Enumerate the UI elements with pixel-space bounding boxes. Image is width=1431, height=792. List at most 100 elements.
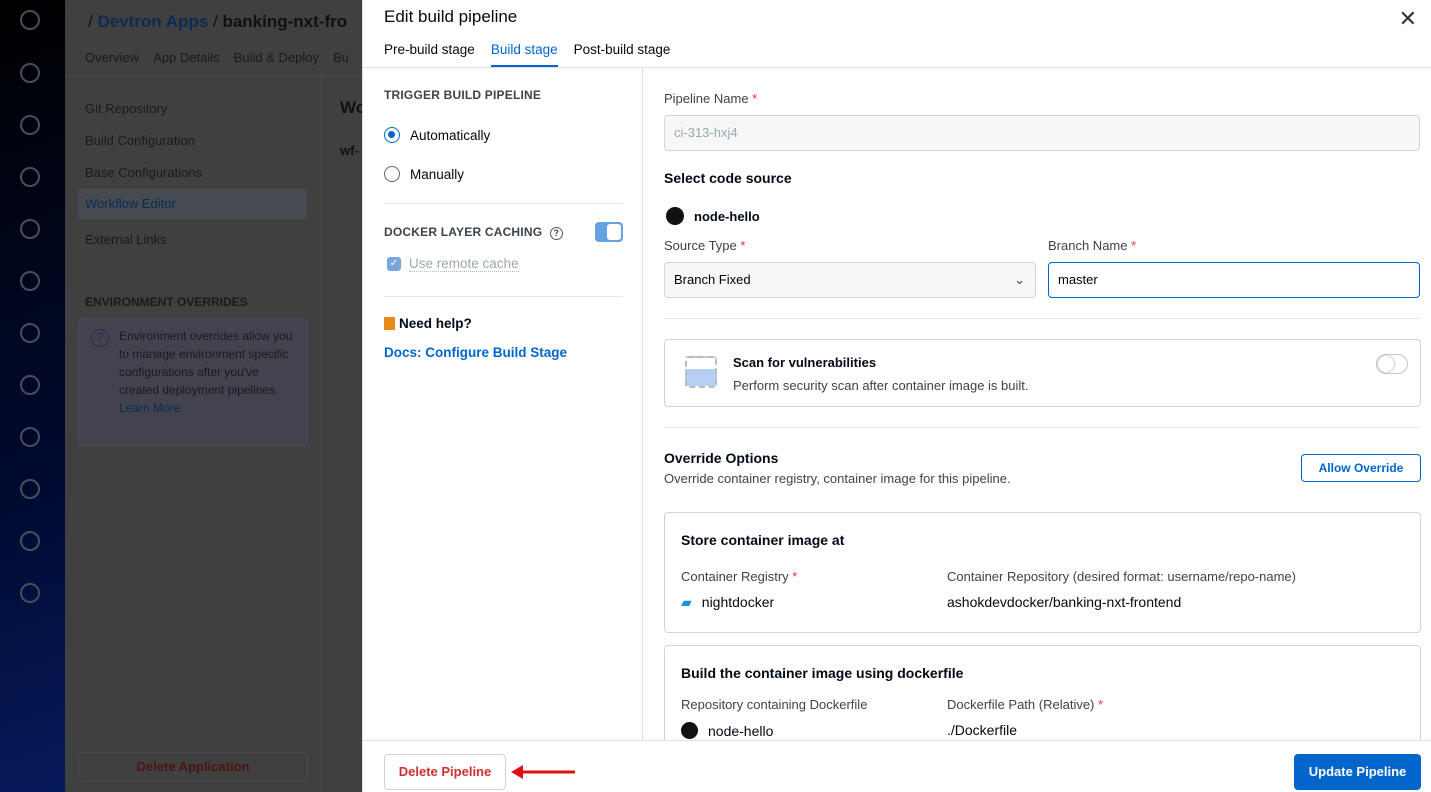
required-mark: * [1098, 697, 1104, 712]
required-mark: * [1131, 238, 1137, 253]
docker-caching-toggle[interactable] [595, 222, 623, 242]
update-pipeline-button[interactable]: Update Pipeline [1294, 754, 1421, 790]
github-icon [681, 722, 698, 739]
sparkle-icon[interactable] [20, 531, 40, 551]
right-panel: Pipeline Name * ci-313-hxj4 Select code … [664, 68, 1421, 740]
close-icon[interactable]: ✕ [1399, 6, 1417, 32]
app-tabs: Overview App Details Build & Deploy Bu [85, 50, 349, 65]
globe-icon[interactable] [20, 115, 40, 135]
jobs-icon[interactable] [20, 219, 40, 239]
package-icon[interactable] [20, 271, 40, 291]
radio-unchecked-icon [384, 166, 400, 182]
label-text: Branch Name [1048, 238, 1128, 253]
pipeline-name-input[interactable]: ci-313-hxj4 [664, 115, 1420, 151]
source-type-select[interactable]: Branch Fixed ⌄ [664, 262, 1036, 298]
dockerfile-repo-label: Repository containing Dockerfile [681, 697, 868, 712]
tab-build-deploy[interactable]: Build & Deploy [234, 50, 319, 65]
book-icon [384, 317, 395, 330]
pipeline-name-label: Pipeline Name * [664, 91, 757, 106]
docker-caching-label: DOCKER LAYER CACHING [384, 225, 543, 239]
sidenav-build-configuration[interactable]: Build Configuration [85, 132, 307, 164]
docker-caching-heading: DOCKER LAYER CACHING ? [384, 225, 563, 240]
dockerfile-path-value: ./Dockerfile [947, 722, 1018, 738]
gear-icon[interactable] [20, 583, 40, 603]
tab-post-build-stage[interactable]: Post-build stage [574, 42, 671, 67]
registry-label: Container Registry * [681, 569, 797, 584]
radio-manually[interactable]: Manually [384, 164, 464, 184]
radio-checked-icon [384, 127, 400, 143]
sidenav-external-links[interactable]: External Links [85, 231, 307, 263]
apps-icon[interactable] [20, 167, 40, 187]
use-remote-cache-label: Use remote cache [409, 256, 519, 272]
docker-icon: ▰ [681, 594, 692, 610]
tab-build-stage[interactable]: Build stage [490, 42, 558, 67]
learn-more-link[interactable]: Learn More [119, 399, 297, 417]
repository-value: ashokdevdocker/banking-nxt-frontend [947, 594, 1182, 610]
env-overrides-info: ? Environment overrides allow you to man… [78, 318, 308, 446]
background-app-dimmed[interactable]: / Devtron Apps / banking-nxt-fro Overvie… [0, 0, 362, 792]
required-mark: * [740, 238, 746, 253]
help-icon[interactable]: ? [549, 227, 563, 240]
github-icon [666, 207, 684, 225]
override-title: Override Options [664, 450, 779, 466]
tab-pre-build-stage[interactable]: Pre-build stage [384, 42, 475, 67]
sidenav-git-repository[interactable]: Git Repository [85, 100, 307, 132]
config-sidenav: Git Repository Build Configuration Base … [78, 100, 307, 263]
dockerfile-repo-row: node-hello [681, 722, 773, 739]
allow-override-button[interactable]: Allow Override [1301, 454, 1421, 482]
tab-more[interactable]: Bu [333, 50, 349, 65]
repository-label: Container Repository (desired format: us… [947, 569, 1296, 584]
sidenav-workflow-editor[interactable]: Workflow Editor [78, 189, 307, 219]
left-panel: TRIGGER BUILD PIPELINE Automatically Man… [363, 68, 643, 740]
branch-name-input[interactable]: master [1048, 262, 1420, 298]
label-text: Dockerfile Path (Relative) [947, 697, 1095, 712]
modal-title: Edit build pipeline [384, 7, 518, 26]
radio-label: Automatically [410, 127, 491, 143]
source-type-label: Source Type * [664, 238, 745, 253]
docs-link[interactable]: Docs: Configure Build Stage [384, 345, 567, 360]
divider [664, 318, 1420, 319]
delete-pipeline-button[interactable]: Delete Pipeline [384, 754, 506, 790]
workflow-title: Wo [340, 98, 362, 117]
branch-name-label: Branch Name * [1048, 238, 1136, 253]
scan-title: Scan for vulnerabilities [733, 355, 877, 370]
dockerfile-repo-value: node-hello [708, 722, 774, 739]
checkbox-checked-icon: ✓ [387, 257, 401, 271]
breadcrumb-parent[interactable]: Devtron Apps [97, 12, 208, 31]
divider [384, 296, 623, 297]
radio-automatically[interactable]: Automatically [384, 125, 490, 145]
divider [664, 427, 1420, 428]
scan-toggle[interactable] [1376, 354, 1408, 374]
scan-bug-icon [685, 356, 717, 388]
required-mark: * [752, 91, 758, 106]
need-help-label: Need help? [399, 316, 472, 331]
chevron-down-icon: ⌄ [1014, 272, 1025, 287]
code-source-heading: Select code source [664, 170, 792, 186]
database-icon[interactable] [20, 479, 40, 499]
breadcrumb-current: banking-nxt-fro [222, 12, 348, 31]
bot-icon[interactable] [20, 427, 40, 447]
dockerfile-card: Build the container image using dockerfi… [664, 645, 1421, 740]
breadcrumb: / Devtron Apps / banking-nxt-fro [88, 12, 348, 31]
shield-icon[interactable] [20, 375, 40, 395]
label-text: Pipeline Name [664, 91, 749, 106]
env-overrides-text: Environment overrides allow you to manag… [119, 329, 293, 397]
registry-value-row: ▰ nightdocker [681, 594, 774, 611]
divider [65, 76, 362, 77]
override-desc: Override container registry, container i… [664, 471, 1011, 486]
required-mark: * [792, 569, 798, 584]
use-remote-cache-checkbox[interactable]: ✓ Use remote cache [387, 256, 519, 272]
annotation-arrow-icon [511, 765, 575, 779]
divider [384, 203, 623, 204]
tab-app-details[interactable]: App Details [153, 50, 219, 65]
scan-card: Scan for vulnerabilities Perform securit… [664, 339, 1421, 407]
search-icon[interactable] [20, 63, 40, 83]
trigger-heading: TRIGGER BUILD PIPELINE [384, 88, 542, 102]
deploy-icon[interactable] [20, 323, 40, 343]
build-title: Build the container image using dockerfi… [681, 665, 964, 681]
tab-overview[interactable]: Overview [85, 50, 139, 65]
stage-tabs: Pre-build stage Build stage Post-build s… [384, 42, 670, 67]
edit-build-pipeline-modal: Edit build pipeline ✕ Pre-build stage Bu… [362, 0, 1431, 792]
source-type-value: Branch Fixed [674, 272, 751, 287]
delete-application-button[interactable]: Delete Application [78, 752, 308, 782]
